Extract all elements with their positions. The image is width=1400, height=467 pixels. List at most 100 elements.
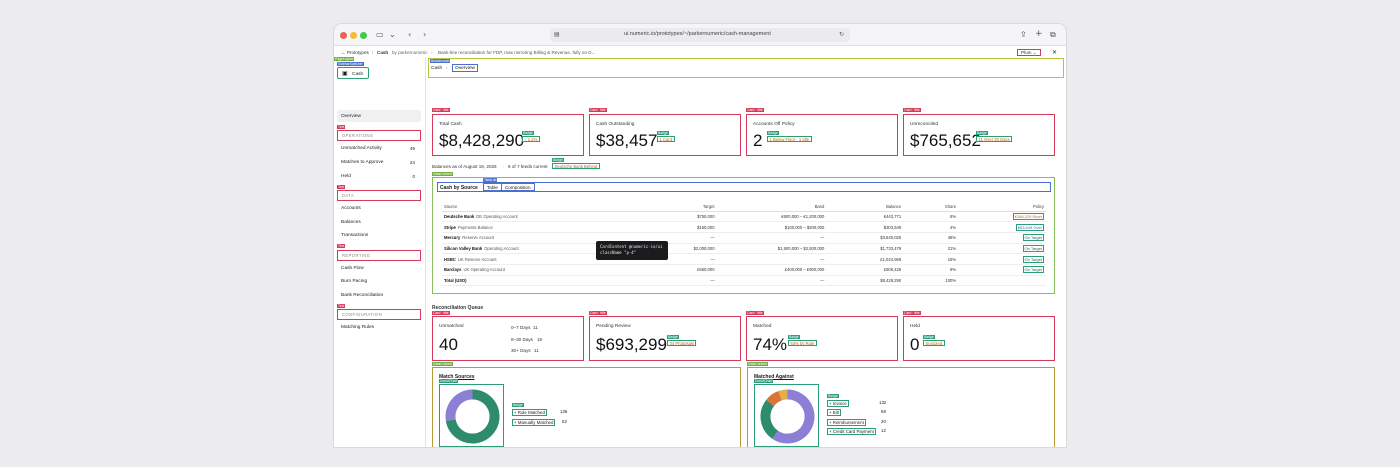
dev-tag: Card · title [903,311,921,315]
column-header-source[interactable]: Source [442,202,629,212]
legend-item[interactable]: + Bill [827,409,841,416]
kpi-label: Total Cash [439,122,462,127]
sidebar-item-transactions[interactable]: Transactions [341,233,368,238]
kpi-label: Cash Outstanding [596,122,635,127]
kpi-card-total-cash[interactable]: Total Cash $8,428,290 Badge ↓ 1.2% [432,114,584,156]
legend-item[interactable]: + Reimbursement [827,419,866,426]
feeds-status: 6 of 7 feeds current [508,164,548,169]
dev-tag: Badge [923,335,935,339]
sidebar-item-matches-to-approve[interactable]: Matches to Approve [341,160,383,165]
share-cell: 4% [903,221,959,233]
kpi-card-unreconciled[interactable]: Unreconciled $765,652 Badge 11 Over 30 D… [903,114,1055,156]
sidebar-toggle-icon[interactable]: ▭ [376,31,384,39]
recon-card-matched[interactable]: Matched 74% Badge 64% by Rule [746,316,898,361]
sidebar-item-balances[interactable]: Balances [341,220,361,225]
cash-switcher-button[interactable]: ▣ Cash [337,67,369,79]
table-row[interactable]: Mercury Reserve Account — — $3,640,025 46… [442,232,1046,244]
kpi-value: $38,457 [596,131,658,150]
recon-card-unmatched[interactable]: Unmatched 40 0–7 Days 11 8–30 Days 18 30… [432,316,584,361]
url-text: ui.numeric.io/prototypes/~/parkernumeric… [624,31,771,37]
address-bar[interactable]: ▤ ui.numeric.io/prototypes/~/parkernumer… [550,28,850,42]
source-name: Deutsche Bank [444,213,475,219]
column-header-share[interactable]: Share [903,202,959,212]
table-row[interactable]: HSBC UK Reserve Account — — £1,024,969 15… [442,253,1046,265]
source-account: UK Reserve Account [457,256,497,262]
section-configuration: CONFIGURATION [337,309,421,320]
minimize-window-icon[interactable] [350,32,357,39]
kpi-value: $765,652 [910,131,981,150]
status-separator: · [503,164,505,169]
balances-as-of: Balances as of August 19, 2026 [432,164,497,169]
reload-icon[interactable]: ↻ [839,31,844,39]
policy-cell: €156,229 Short [958,211,1046,223]
tab-composition[interactable]: Composition [502,184,534,191]
balance-cell: £606,429 [826,264,904,276]
table-row[interactable]: Silicon Valley Bank Operating Account $2,… [442,243,1046,255]
source-name: Silicon Valley Bank [444,245,483,251]
new-tab-icon[interactable]: + [1035,30,1043,39]
legend-item[interactable]: + Rule Matched [512,409,547,416]
main-content: Breadcrumb Cash › Overview Card · title … [426,57,1066,447]
kpi-label: Matched [753,324,772,329]
back-to-prototypes-link[interactable]: ← Prototypes [341,50,369,55]
wallet-icon: ▣ [342,71,348,77]
forward-arrow-icon[interactable]: › [423,31,426,39]
column-header-balance[interactable]: Balance [826,202,904,212]
sidebar-item-burn-pacing[interactable]: Burn Pacing [341,279,367,284]
table-header-row: Source Target Band Balance Share Policy [442,202,1046,212]
sidebar-item-accounts[interactable]: Accounts [341,206,361,211]
table-row[interactable]: Barclays UK Operating Account £650,000 £4… [442,264,1046,276]
policy-badge: On Target [1022,244,1044,252]
sidebar-item-unmatched-activity[interactable]: Unmatched Activity [341,146,382,151]
zoom-window-icon[interactable] [360,32,367,39]
aging-label: 0–7 Days [511,325,531,330]
kpi-card-accounts-off-policy[interactable]: Accounts Off Policy 2 Badge 1 Below Floo… [746,114,898,156]
close-icon[interactable]: ✕ [1052,49,1057,56]
aging-label: 30+ Days [511,348,531,353]
donut-segment-2[interactable] [766,391,783,407]
sidebar-item-matching-rules[interactable]: Matching Rules [341,325,374,330]
kpi-value: $8,428,290 [439,131,525,150]
column-header-band[interactable]: Band [716,202,827,212]
breadcrumb-item-cash[interactable]: Cash [431,66,442,71]
policy-badge: $53,649 Over [1015,223,1044,231]
dev-tag: Badge [667,335,679,339]
legend-item[interactable]: + Manually Matched [512,419,556,426]
legend-item[interactable]: + Credit Card Payment [827,428,876,435]
tabs-overview-icon[interactable]: ⧉ [1050,31,1056,39]
share-icon[interactable]: ⇪ [1020,31,1027,39]
dev-tag: Text [337,244,346,248]
table-row[interactable]: Stripe Payments Balance $150,000 $100,000… [442,221,1046,233]
back-arrow-icon[interactable]: ‹ [408,31,411,39]
column-header-policy[interactable]: Policy [958,202,1046,212]
prototype-header: ← Prototypes / Cash by parkernumeric › B… [334,47,1066,57]
tab-table[interactable]: Table [484,184,502,191]
sidebar-item-held[interactable]: Held [341,174,351,179]
recon-card-held[interactable]: Held 0 Badge Snoozed [903,316,1055,361]
policy-cell: $53,649 Over [958,221,1046,233]
chevron-down-icon[interactable]: ⌄ [389,31,396,39]
kpi-badge: ↓ 1.2% [522,136,540,142]
donut-segment-3[interactable] [778,389,788,401]
user-chip[interactable]: Plum ⌄ [1017,49,1041,56]
sidebar-count: 24 [409,160,415,165]
sidebar-item-overview-label: Overview [341,114,361,119]
balance-cell: $1,733,479 [826,243,904,255]
kpi-card-cash-outstanding[interactable]: Cash Outstanding $38,457 Badge 1 Card [589,114,741,156]
legend-item[interactable]: + Invoice [827,400,849,407]
switcher-label: Cash [352,71,364,77]
kpi-badge: Snoozed [923,340,945,346]
source-name: Barclays [444,267,462,273]
breadcrumb-item-overview[interactable]: Overview [452,64,478,72]
column-header-target[interactable]: Target [628,202,717,212]
policy-cell [958,275,1046,287]
table-row[interactable]: Deutsche Bank DE Operating Account $750,0… [442,211,1046,223]
sidebar-item-bank-reconciliation[interactable]: Bank Reconciliation [341,293,383,298]
kpi-value: 2 [753,131,763,150]
recon-card-pending-review[interactable]: Pending Review $693,299 Badge 34 Proposa… [589,316,741,361]
breadcrumb-separator: › [446,66,448,71]
dev-tag: DataContent [432,362,454,366]
sidebar-item-cash-flow[interactable]: Cash Flow [341,266,364,271]
close-window-icon[interactable] [340,32,347,39]
project-name[interactable]: Cash [377,50,388,55]
